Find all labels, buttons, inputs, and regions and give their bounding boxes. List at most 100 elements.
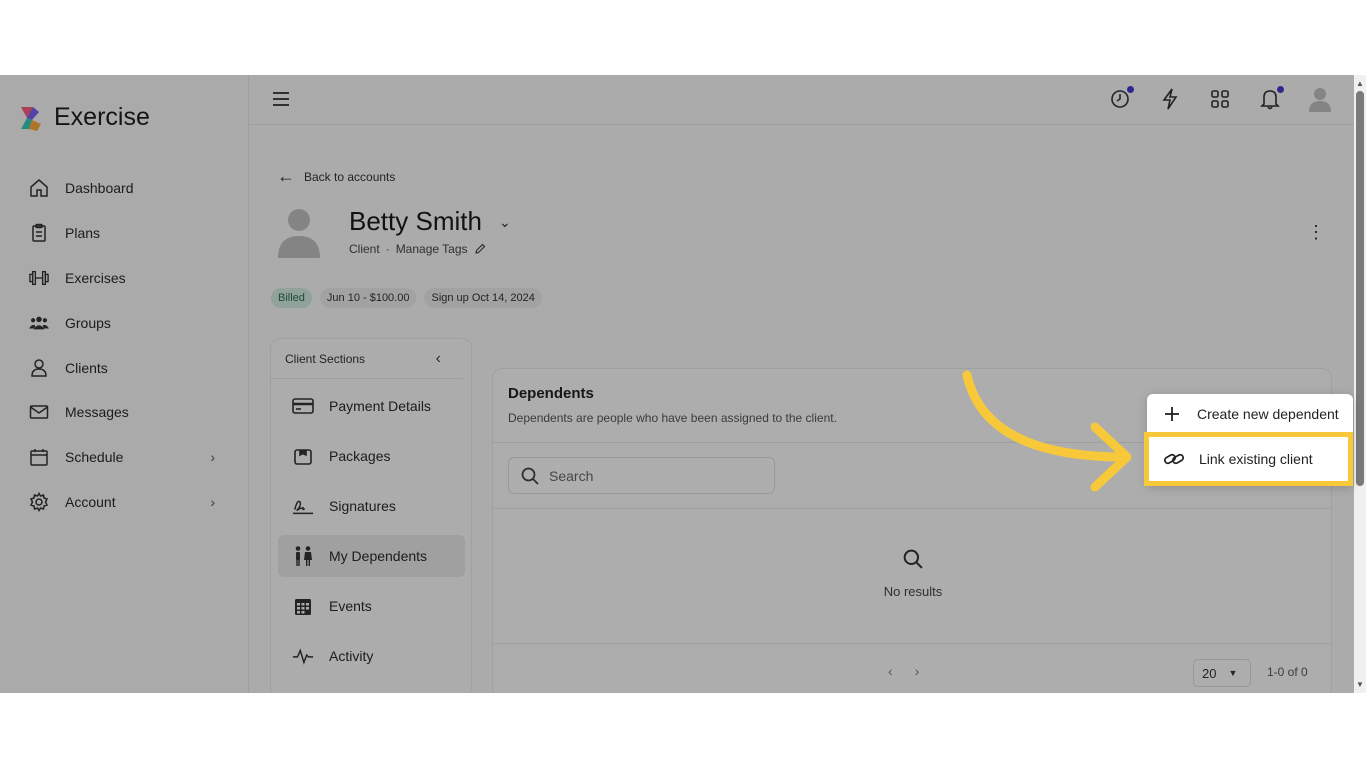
- mail-icon: [29, 402, 49, 422]
- family-icon: [292, 545, 314, 567]
- back-link[interactable]: ← Back to accounts: [277, 166, 395, 187]
- gear-icon: [29, 492, 49, 512]
- prev-page-icon[interactable]: ‹: [888, 663, 893, 679]
- top-margin: [0, 0, 1366, 75]
- menu-item-label: Create new dependent: [1197, 406, 1339, 422]
- section-item-signatures[interactable]: Signatures: [278, 485, 465, 527]
- top-bar: [249, 75, 1354, 125]
- avatar-icon[interactable]: [1308, 87, 1332, 112]
- scrollbar-thumb[interactable]: [1356, 91, 1364, 486]
- link-icon: [1163, 448, 1185, 470]
- search-input[interactable]: [549, 467, 769, 484]
- sidebar-item-clients[interactable]: Clients: [0, 345, 249, 390]
- sidebar-item-label: Account: [65, 493, 116, 510]
- notification-dot: [1277, 86, 1284, 93]
- empty-state-text: No results: [883, 584, 943, 599]
- history-icon[interactable]: [1108, 86, 1134, 111]
- scroll-down-icon[interactable]: ▼: [1356, 680, 1364, 689]
- per-page-select[interactable]: 20 ▼: [1193, 659, 1251, 687]
- sidebar-nav: Dashboard Plans Exercises Groups Clients…: [0, 166, 249, 524]
- section-item-label: Packages: [329, 448, 391, 464]
- manage-tags-link[interactable]: Manage Tags: [396, 242, 468, 256]
- dependents-description: Dependents are people who have been assi…: [508, 411, 837, 425]
- bottom-margin: [0, 693, 1366, 768]
- clipboard-icon: [29, 223, 49, 243]
- caret-down-icon: ▼: [1228, 668, 1238, 678]
- per-page-value: 20: [1202, 665, 1217, 681]
- client-subtitle: Client · Manage Tags: [349, 242, 486, 256]
- sidebar: Exercise Dashboard Plans Exercises Group…: [0, 75, 249, 693]
- divider: [493, 643, 1331, 644]
- section-item-payment-details[interactable]: Payment Details: [278, 385, 465, 427]
- sidebar-item-plans[interactable]: Plans: [0, 211, 249, 256]
- scroll-up-icon[interactable]: ▲: [1356, 79, 1364, 88]
- pagination-controls: ‹ ›: [888, 663, 919, 679]
- calendar-grid-icon: [292, 595, 314, 617]
- pagination-range: 1-0 of 0: [1267, 665, 1308, 679]
- sidebar-item-label: Plans: [65, 225, 101, 242]
- sidebar-item-label: Clients: [65, 359, 108, 376]
- pencil-icon[interactable]: [474, 243, 486, 255]
- sidebar-item-dashboard[interactable]: Dashboard: [0, 166, 249, 211]
- sidebar-item-label: Schedule: [65, 449, 124, 466]
- client-sections-header: Client Sections ‹: [271, 339, 463, 379]
- sidebar-item-label: Messages: [65, 404, 129, 421]
- sidebar-item-label: Groups: [65, 314, 111, 331]
- activity-pulse-icon: [292, 645, 314, 667]
- billing-chip: Jun 10 - $100.00: [319, 288, 417, 308]
- sidebar-item-label: Dashboard: [65, 180, 134, 197]
- menu-item-create-new-dependent[interactable]: Create new dependent: [1147, 394, 1353, 434]
- back-link-label: Back to accounts: [304, 169, 396, 184]
- dependents-title: Dependents: [508, 385, 594, 402]
- plus-icon: [1161, 403, 1183, 425]
- menu-item-label: Link existing client: [1199, 451, 1313, 467]
- section-item-label: My Dependents: [329, 548, 428, 564]
- client-role: Client: [349, 242, 380, 256]
- section-item-label: Payment Details: [329, 398, 431, 414]
- client-sections-title: Client Sections: [285, 351, 366, 366]
- app-logo[interactable]: Exercise: [17, 103, 150, 132]
- section-item-packages[interactable]: Packages: [278, 435, 465, 477]
- section-item-my-dependents[interactable]: My Dependents: [278, 535, 465, 577]
- sidebar-item-groups[interactable]: Groups: [0, 300, 249, 345]
- client-avatar: [278, 209, 320, 258]
- next-page-icon[interactable]: ›: [915, 663, 920, 679]
- chevron-down-icon[interactable]: ⌄: [499, 214, 511, 231]
- scrollbar[interactable]: ▲ ▼: [1354, 75, 1366, 693]
- sidebar-item-exercises[interactable]: Exercises: [0, 256, 249, 301]
- chevron-right-icon: ›: [210, 448, 215, 465]
- section-item-label: Events: [329, 598, 372, 614]
- menu-item-link-existing-client[interactable]: Link existing client: [1144, 432, 1353, 486]
- package-icon: [292, 445, 314, 467]
- section-item-events[interactable]: Events: [278, 585, 465, 627]
- credit-card-icon: [292, 395, 314, 417]
- apps-grid-icon[interactable]: [1208, 87, 1232, 111]
- separator-dot: ·: [385, 242, 390, 256]
- app-window: Exercise Dashboard Plans Exercises Group…: [0, 75, 1366, 693]
- sidebar-item-account[interactable]: Account ›: [0, 480, 249, 525]
- home-icon: [29, 178, 49, 198]
- client-chips: Billed Jun 10 - $100.00 Sign up Oct 14, …: [271, 288, 542, 308]
- sidebar-item-messages[interactable]: Messages: [0, 390, 249, 435]
- chevron-right-icon: ›: [210, 493, 215, 510]
- client-name: Betty Smith: [349, 206, 482, 236]
- top-icon-group: [1108, 86, 1332, 112]
- users-group-icon: [29, 313, 49, 333]
- hamburger-menu-icon[interactable]: [272, 90, 290, 108]
- chevron-left-icon[interactable]: ‹: [436, 350, 441, 368]
- more-options-icon[interactable]: ⋮: [1307, 222, 1325, 243]
- search-field[interactable]: [508, 457, 775, 494]
- client-sections-panel: Client Sections ‹ Payment Details Packag…: [270, 338, 472, 693]
- calendar-icon: [29, 447, 49, 467]
- sidebar-item-schedule[interactable]: Schedule ›: [0, 435, 249, 480]
- section-item-activity[interactable]: Activity: [278, 635, 465, 677]
- divider: [493, 508, 1331, 509]
- section-item-label: Activity: [329, 648, 374, 664]
- bell-icon[interactable]: [1258, 86, 1284, 111]
- empty-state: No results: [873, 549, 953, 599]
- dumbbell-icon: [29, 268, 49, 288]
- section-item-label: Signatures: [329, 498, 396, 514]
- status-badge: Billed: [271, 288, 312, 308]
- lightning-icon[interactable]: [1158, 87, 1182, 111]
- search-icon: [903, 549, 923, 569]
